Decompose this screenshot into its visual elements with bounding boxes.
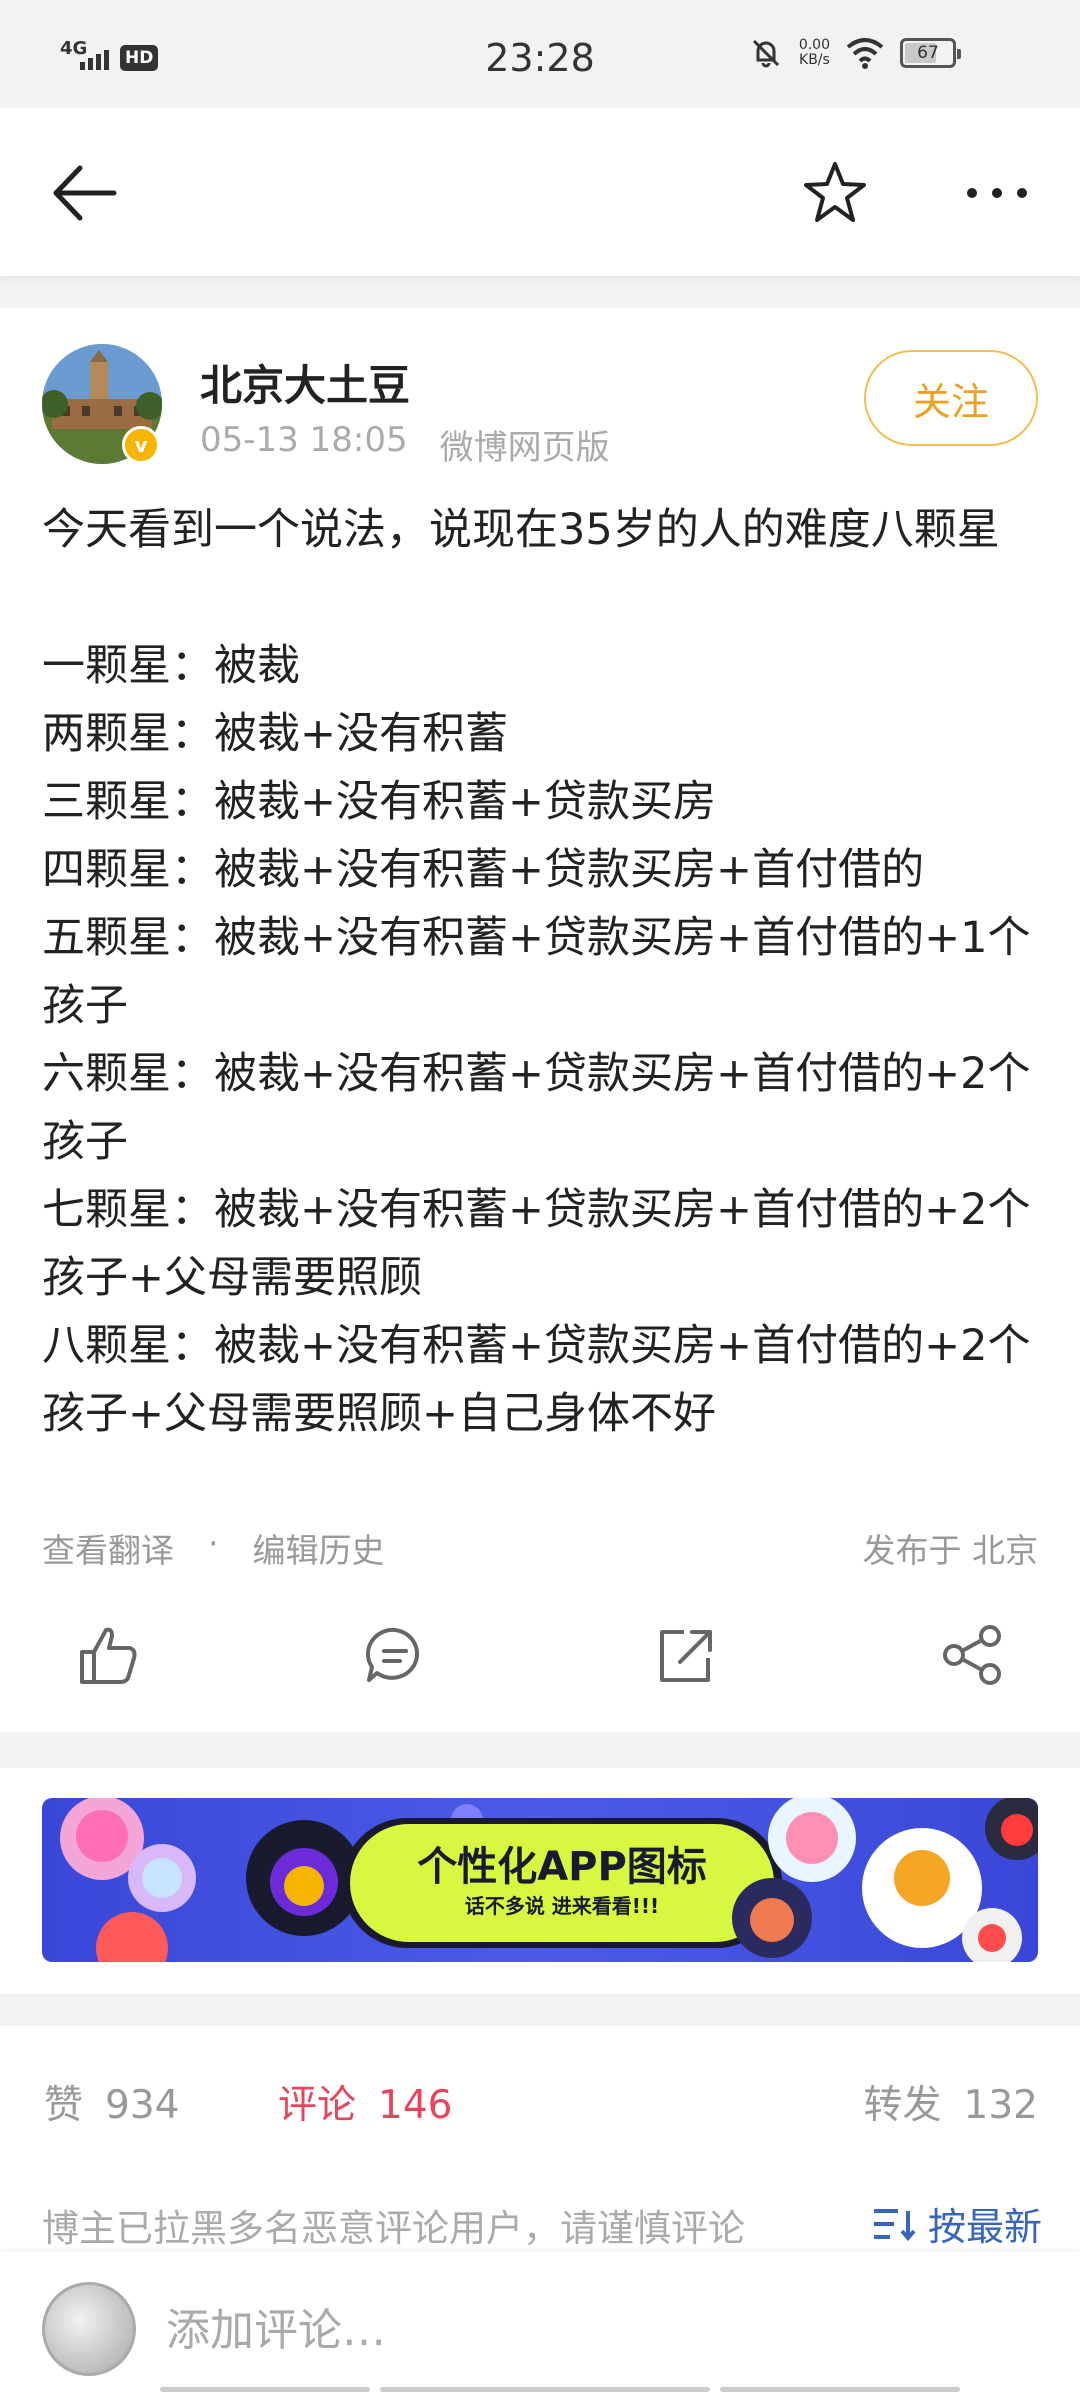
banner-title: 个性化APP图标 xyxy=(417,1844,707,1890)
post-location: 发布于 北京 xyxy=(862,1531,1039,1570)
edit-history-link[interactable]: 编辑历史 xyxy=(253,1524,385,1572)
post-actions xyxy=(0,1620,1080,1700)
post-content: 今天看到一个说法，说现在35岁的人的难度八颗星 一颗星：被裁 两颗星：被裁+没有… xyxy=(42,505,1031,1439)
repost-icon[interactable] xyxy=(650,1620,720,1690)
comment-notice: 博主已拉黑多名恶意评论用户，请谨慎评论 xyxy=(42,2207,745,2250)
net-speed: 0.00 KB/s xyxy=(799,38,830,68)
status-bar: 4G HD 23:28 0.00 KB/s 67 xyxy=(0,0,1080,108)
translate-link[interactable]: 查看翻译 xyxy=(42,1524,174,1572)
post-meta: 05-13 18:05 微博网页版 xyxy=(200,420,610,469)
comment-icon[interactable] xyxy=(360,1620,430,1690)
sort-label: 按最新 xyxy=(927,2205,1042,2249)
comments-label: 评论 xyxy=(278,2083,357,2128)
tab-comments[interactable]: 评论 146 xyxy=(278,2074,452,2130)
star-icon[interactable] xyxy=(800,158,870,228)
reposts-label: 转发 xyxy=(863,2083,942,2128)
post-footer: 查看翻译 · 编辑历史 发布于 北京 xyxy=(42,1524,1038,1572)
home-indicator xyxy=(160,2387,370,2392)
post-date: 05-13 18:05 xyxy=(200,420,408,460)
tab-reposts[interactable]: 转发 132 xyxy=(864,2074,1038,2130)
author-name[interactable]: 北京大土豆 xyxy=(200,352,410,413)
wifi-icon xyxy=(846,38,884,69)
like-icon[interactable] xyxy=(72,1620,142,1690)
back-arrow-icon[interactable] xyxy=(50,158,120,228)
tab-likes[interactable]: 赞 934 xyxy=(44,2074,179,2130)
battery-icon: 67 xyxy=(900,38,961,68)
comment-bar: 添加评论… xyxy=(0,2252,1080,2400)
reposts-count: 132 xyxy=(963,2083,1038,2128)
likes-label: 赞 xyxy=(44,2083,84,2128)
sort-icon xyxy=(873,2208,916,2241)
comments-count: 146 xyxy=(378,2083,453,2128)
more-dots-icon[interactable] xyxy=(962,168,1032,218)
status-right: 0.00 KB/s 67 xyxy=(749,36,961,70)
home-indicator-right xyxy=(720,2387,960,2392)
verified-badge-icon: v xyxy=(122,426,160,464)
mute-bell-icon xyxy=(752,39,779,68)
net-speed-unit: KB/s xyxy=(799,52,830,68)
likes-count: 934 xyxy=(105,2083,180,2128)
post-source: 微博网页版 xyxy=(439,428,610,468)
comment-input[interactable]: 添加评论… xyxy=(166,2294,386,2358)
post-card: v 北京大土豆 05-13 18:05 微博网页版 关注 今天看到一个说法，说现… xyxy=(0,308,1080,1732)
share-icon[interactable] xyxy=(938,1620,1008,1690)
banner-subtitle: 话不多说 进来看看!!! xyxy=(464,1894,660,1918)
home-indicator-center xyxy=(380,2387,710,2392)
user-avatar[interactable] xyxy=(42,2282,136,2376)
battery-level: 67 xyxy=(917,43,939,63)
ad-banner[interactable]: 个性化APP图标 话不多说 进来看看!!! xyxy=(42,1798,1038,1962)
follow-button[interactable]: 关注 xyxy=(864,350,1038,446)
separator-dot: · xyxy=(208,1524,219,1563)
net-speed-value: 0.00 xyxy=(798,37,830,53)
sort-button[interactable]: 按最新 xyxy=(872,2196,1042,2251)
banner-section: 个性化APP图标 话不多说 进来看看!!! xyxy=(0,1768,1080,1994)
top-nav-bar xyxy=(0,108,1080,276)
